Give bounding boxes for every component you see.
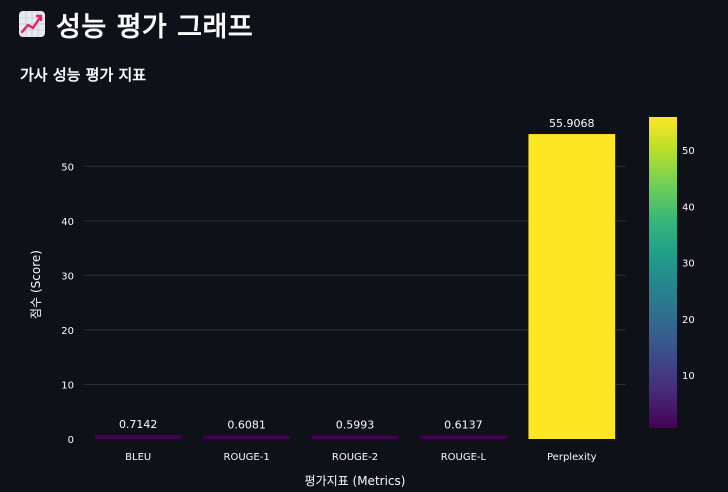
colorbar-gradient: [649, 117, 677, 428]
data-label: 0.5993: [336, 419, 375, 432]
x-tick-label: ROUGE-L: [441, 452, 487, 463]
x-tick-label: Perplexity: [547, 452, 597, 463]
colorbar: 10 20 30 40 50: [649, 117, 695, 428]
colorbar-tick-label: 50: [682, 146, 695, 157]
x-tick-label: BLEU: [125, 452, 151, 463]
colorbar-tick-label: 20: [682, 315, 695, 326]
bar-rouge-2[interactable]: [311, 435, 399, 439]
bar-rouge-l[interactable]: [420, 435, 507, 439]
colorbar-tick-label: 10: [682, 371, 695, 382]
y-tick-label: 40: [61, 217, 74, 228]
y-tick-label: 10: [61, 380, 74, 391]
colorbar-tick-label: 40: [682, 202, 695, 213]
bar-rouge-1[interactable]: [203, 435, 290, 439]
bar-bleu[interactable]: [94, 435, 182, 439]
y-tick-label: 0: [68, 435, 74, 446]
data-label: 0.6081: [227, 419, 266, 432]
bars-layer: [94, 134, 616, 439]
colorbar-tick-label: 30: [682, 259, 695, 270]
page: 성능 평가 그래프 가사 성능 평가 지표 0.7142 0.6081 0.5993…: [0, 0, 728, 492]
y-axis-title: 점수 (Score): [29, 250, 43, 319]
data-label: 55.9068: [549, 117, 595, 130]
bar-chart: 0.7142 0.6081 0.5993 0.6137 55.9068 0 10 20 30 4…: [29, 117, 695, 488]
x-tick-label: ROUGE-2: [332, 452, 378, 463]
x-tick-label: ROUGE-1: [224, 452, 270, 463]
x-axis-title: 평가지표 (Metrics): [305, 474, 406, 488]
axis-layer: 0 10 20 30 40 50 BLEU ROUGE-1 ROUGE-2 ROUGE-L Perp…: [29, 162, 597, 488]
y-tick-label: 20: [61, 326, 74, 337]
y-tick-label: 30: [61, 271, 74, 282]
y-tick-label: 50: [61, 162, 74, 173]
bar-perplexity[interactable]: [528, 134, 616, 439]
data-label: 0.6137: [444, 419, 483, 432]
data-label: 0.7142: [119, 418, 158, 431]
